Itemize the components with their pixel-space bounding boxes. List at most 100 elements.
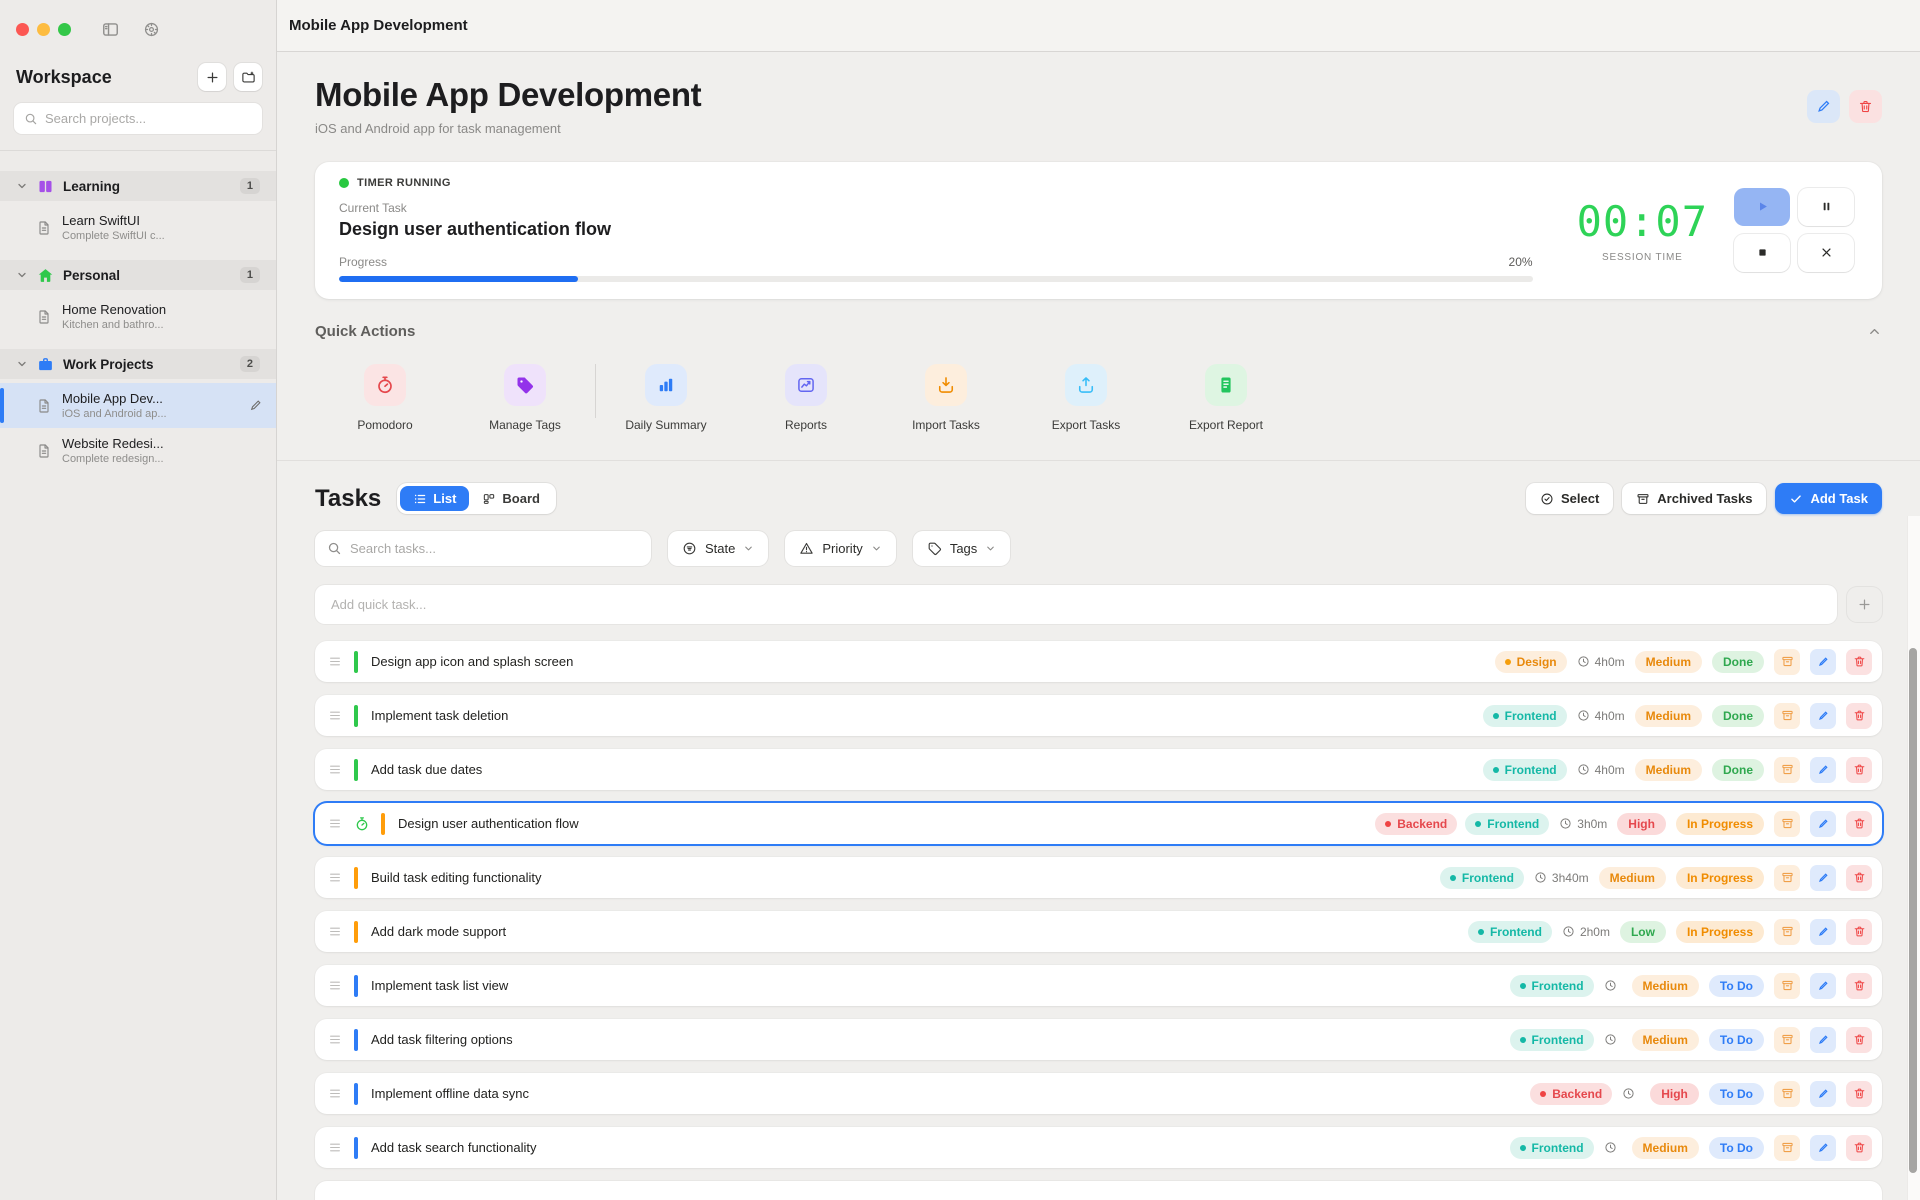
archive-task-button[interactable]: [1774, 811, 1800, 837]
project-search-box[interactable]: [14, 103, 262, 134]
delete-task-button[interactable]: [1846, 811, 1872, 837]
edit-task-button[interactable]: [1810, 919, 1836, 945]
tab-list-view[interactable]: List: [400, 486, 469, 511]
delete-task-button[interactable]: [1846, 1027, 1872, 1053]
task-row[interactable]: Add task search functionality Frontend M…: [315, 1127, 1882, 1168]
stop-button[interactable]: [1734, 234, 1790, 272]
edit-task-button[interactable]: [1810, 973, 1836, 999]
drag-handle-icon[interactable]: [328, 764, 342, 775]
priority-filter-dropdown[interactable]: Priority: [785, 531, 895, 566]
quick-action[interactable]: Reports: [736, 364, 876, 432]
delete-task-button[interactable]: [1846, 649, 1872, 675]
edit-task-button[interactable]: [1810, 865, 1836, 891]
edit-task-button[interactable]: [1810, 757, 1836, 783]
quick-add-task-button[interactable]: [1847, 587, 1882, 622]
task-row[interactable]: Implement offline data sync Backend High…: [315, 1073, 1882, 1114]
pencil-icon[interactable]: [249, 399, 262, 412]
close-window-button[interactable]: [16, 23, 29, 36]
delete-task-button[interactable]: [1846, 1081, 1872, 1107]
tags-filter-dropdown[interactable]: Tags: [913, 531, 1010, 566]
sidebar-section-header[interactable]: Learning 1: [0, 171, 276, 201]
chevron-up-icon[interactable]: [1867, 324, 1882, 339]
new-folder-button[interactable]: [234, 63, 262, 91]
edit-task-button[interactable]: [1810, 649, 1836, 675]
archived-tasks-button[interactable]: Archived Tasks: [1622, 483, 1766, 514]
task-row[interactable]: Add task due dates Frontend 4h0m Medium …: [315, 749, 1882, 790]
archive-icon: [1636, 492, 1650, 506]
delete-task-button[interactable]: [1846, 865, 1872, 891]
task-row[interactable]: Build task editing functionality Fronten…: [315, 857, 1882, 898]
chevron-down-icon[interactable]: [16, 269, 28, 281]
settings-icon[interactable]: [142, 20, 161, 39]
search-tasks-input[interactable]: [350, 541, 639, 556]
drag-handle-icon[interactable]: [328, 1034, 342, 1045]
drag-handle-icon[interactable]: [328, 872, 342, 883]
delete-project-button[interactable]: [1849, 90, 1882, 123]
state-filter-dropdown[interactable]: State: [668, 531, 768, 566]
minimize-window-button[interactable]: [37, 23, 50, 36]
drag-handle-icon[interactable]: [328, 656, 342, 667]
edit-task-button[interactable]: [1810, 1027, 1836, 1053]
edit-task-button[interactable]: [1810, 703, 1836, 729]
zoom-window-button[interactable]: [58, 23, 71, 36]
quick-action[interactable]: Daily Summary: [596, 364, 736, 432]
add-task-button[interactable]: Add Task: [1775, 483, 1882, 514]
quick-action[interactable]: Import Tasks: [876, 364, 1016, 432]
drag-handle-icon[interactable]: [328, 818, 342, 829]
archive-task-button[interactable]: [1774, 919, 1800, 945]
task-search-box[interactable]: [315, 531, 651, 566]
drag-handle-icon[interactable]: [328, 926, 342, 937]
sidebar-project-item[interactable]: Learn SwiftUI Complete SwiftUI c...: [0, 205, 276, 250]
quick-action[interactable]: Pomodoro: [315, 364, 455, 432]
task-row[interactable]: Design app icon and splash screen Design…: [315, 641, 1882, 682]
task-row[interactable]: Add task filtering options Frontend Medi…: [315, 1019, 1882, 1060]
sidebar-section-header[interactable]: Personal 1: [0, 260, 276, 290]
sidebar-project-item[interactable]: Website Redesi... Complete redesign...: [0, 428, 276, 473]
quick-action[interactable]: Manage Tags: [455, 364, 595, 432]
quick-action[interactable]: Export Report: [1156, 364, 1296, 432]
quick-action[interactable]: Export Tasks: [1016, 364, 1156, 432]
delete-task-button[interactable]: [1846, 919, 1872, 945]
sidebar-toggle-icon[interactable]: [101, 20, 120, 39]
edit-task-button[interactable]: [1810, 1081, 1836, 1107]
drag-handle-icon[interactable]: [328, 710, 342, 721]
quick-add-task-box[interactable]: [315, 585, 1837, 624]
archive-task-button[interactable]: [1774, 649, 1800, 675]
delete-task-button[interactable]: [1846, 973, 1872, 999]
sidebar-project-item[interactable]: Mobile App Dev... iOS and Android ap...: [0, 383, 276, 428]
quick-add-task-input[interactable]: [331, 597, 1821, 612]
play-button[interactable]: [1734, 188, 1790, 226]
archive-task-button[interactable]: [1774, 1027, 1800, 1053]
tab-board-view[interactable]: Board: [469, 486, 553, 511]
edit-task-button[interactable]: [1810, 811, 1836, 837]
archive-task-button[interactable]: [1774, 1081, 1800, 1107]
search-projects-input[interactable]: [45, 111, 252, 126]
archive-task-button[interactable]: [1774, 757, 1800, 783]
pause-button[interactable]: [1798, 188, 1854, 226]
sidebar-section-header[interactable]: Work Projects 2: [0, 349, 276, 379]
drag-handle-icon[interactable]: [328, 1142, 342, 1153]
edit-project-button[interactable]: [1807, 90, 1840, 123]
archive-task-button[interactable]: [1774, 703, 1800, 729]
chevron-down-icon[interactable]: [16, 180, 28, 192]
task-row[interactable]: Design user authentication flow BackendF…: [315, 803, 1882, 844]
delete-task-button[interactable]: [1846, 1135, 1872, 1161]
archive-task-button[interactable]: [1774, 865, 1800, 891]
select-button[interactable]: Select: [1526, 483, 1613, 514]
task-row[interactable]: Implement task list view Frontend Medium…: [315, 965, 1882, 1006]
delete-task-button[interactable]: [1846, 757, 1872, 783]
close-timer-button[interactable]: [1798, 234, 1854, 272]
task-row[interactable]: Implement task deletion Frontend 4h0m Me…: [315, 695, 1882, 736]
archive-task-button[interactable]: [1774, 973, 1800, 999]
export-icon: [1076, 375, 1096, 395]
archive-task-button[interactable]: [1774, 1135, 1800, 1161]
edit-task-button[interactable]: [1810, 1135, 1836, 1161]
sidebar-project-item[interactable]: Home Renovation Kitchen and bathro...: [0, 294, 276, 339]
drag-handle-icon[interactable]: [328, 1088, 342, 1099]
drag-handle-icon[interactable]: [328, 980, 342, 991]
scrollbar-thumb[interactable]: [1909, 648, 1917, 1173]
delete-task-button[interactable]: [1846, 703, 1872, 729]
chevron-down-icon[interactable]: [16, 358, 28, 370]
task-row[interactable]: Add dark mode support Frontend 2h0m Low …: [315, 911, 1882, 952]
add-project-button[interactable]: [198, 63, 226, 91]
